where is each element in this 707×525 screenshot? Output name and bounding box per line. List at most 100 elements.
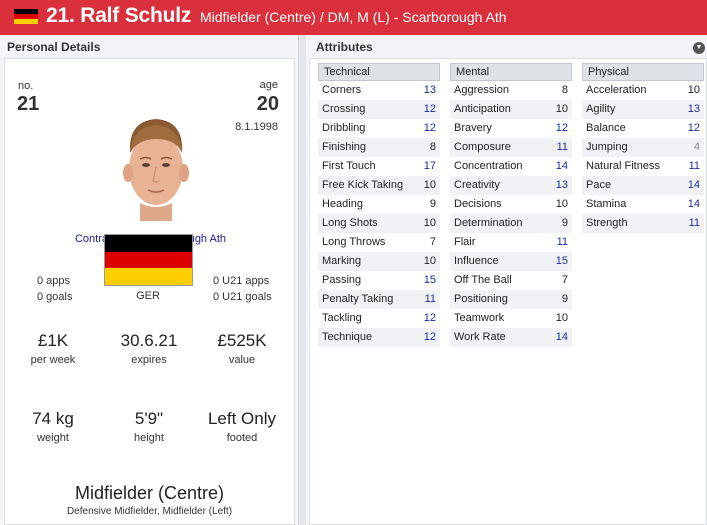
attribute-name: Tackling [322, 312, 362, 324]
age-label: age [259, 79, 278, 91]
attribute-row-passing[interactable]: Passing 15 [318, 271, 440, 290]
player-face-image [123, 119, 189, 221]
attribute-value: 12 [555, 122, 568, 134]
attribute-name: Stamina [586, 198, 627, 210]
attribute-row-pace[interactable]: Pace 14 [582, 176, 704, 195]
attribute-row-concentration[interactable]: Concentration 14 [450, 157, 572, 176]
attribute-row-jumping[interactable]: Jumping 4 [582, 138, 704, 157]
personal-details-body: no. 21 age 20 8.1.1998 Contracted to Sca… [4, 58, 295, 525]
attribute-value: 8 [561, 84, 568, 96]
attribute-name: Balance [586, 122, 626, 134]
nationality-flag-icon [104, 234, 193, 286]
attribute-row-work-rate[interactable]: Work Rate 14 [450, 328, 572, 347]
attribute-row-positioning[interactable]: Positioning 9 [450, 290, 572, 309]
attribute-row-natural-fitness[interactable]: Natural Fitness 11 [582, 157, 704, 176]
attribute-row-bravery[interactable]: Bravery 12 [450, 119, 572, 138]
attribute-row-influence[interactable]: Influence 15 [450, 252, 572, 271]
mental-column: Mental Aggression 8 Anticipation 10 Bravery 1… [450, 63, 572, 347]
attribute-row-decisions[interactable]: Decisions 10 [450, 195, 572, 214]
footed-value: Left Only [207, 409, 277, 428]
attribute-value: 12 [423, 331, 436, 343]
value-label: value [228, 354, 256, 366]
attribute-row-crossing[interactable]: Crossing 12 [318, 100, 440, 119]
attribute-name: Penalty Taking [322, 293, 394, 305]
attribute-row-strength[interactable]: Strength 11 [582, 214, 704, 233]
attribute-row-long-throws[interactable]: Long Throws 7 [318, 233, 440, 252]
attribute-value: 13 [423, 84, 436, 96]
attribute-value: 10 [555, 103, 568, 115]
attribute-row-creativity[interactable]: Creativity 13 [450, 176, 572, 195]
attribute-value: 11 [556, 236, 568, 248]
attribute-row-free-kick-taking[interactable]: Free Kick Taking 10 [318, 176, 440, 195]
attribute-row-anticipation[interactable]: Anticipation 10 [450, 100, 572, 119]
secondary-positions: Defensive Midfielder, Midfielder (Left) [66, 506, 233, 517]
attribute-name: Teamwork [454, 312, 505, 324]
attribute-row-agility[interactable]: Agility 13 [582, 100, 704, 119]
personal-details-title: Personal Details [7, 40, 101, 54]
number-value: 21 [17, 93, 40, 115]
attribute-value: 10 [687, 84, 700, 96]
age-value: 20 [256, 93, 279, 115]
attribute-name: Heading [322, 198, 363, 210]
attribute-row-long-shots[interactable]: Long Shots 10 [318, 214, 440, 233]
attribute-row-tackling[interactable]: Tackling 12 [318, 309, 440, 328]
attribute-value: 12 [423, 103, 436, 115]
attribute-row-flair[interactable]: Flair 11 [450, 233, 572, 252]
attribute-name: Anticipation [454, 103, 511, 115]
attributes-title: Attributes [316, 40, 373, 54]
physical-column: Physical Acceleration 10 Agility 13 Balance 1… [582, 63, 704, 233]
attribute-value: 11 [424, 293, 436, 305]
attribute-name: Determination [454, 217, 523, 229]
personal-details-panel: Personal Details no. 21 age 20 8.1.1998 … [0, 35, 299, 525]
mental-header: Mental [450, 63, 572, 81]
attribute-row-corners[interactable]: Corners 13 [318, 81, 440, 100]
attribute-name: Agility [586, 103, 616, 115]
attribute-row-penalty-taking[interactable]: Penalty Taking 11 [318, 290, 440, 309]
attribute-value: 10 [423, 179, 436, 191]
attribute-row-teamwork[interactable]: Teamwork 10 [450, 309, 572, 328]
player-header: 21. Ralf Schulz Midfielder (Centre) / DM… [0, 0, 707, 35]
technical-header: Technical [318, 63, 440, 81]
attribute-row-aggression[interactable]: Aggression 8 [450, 81, 572, 100]
attribute-value: 11 [556, 141, 568, 153]
attribute-name: Dribbling [322, 122, 366, 134]
attribute-row-acceleration[interactable]: Acceleration 10 [582, 81, 704, 100]
attribute-name: Marking [322, 255, 362, 267]
attribute-row-balance[interactable]: Balance 12 [582, 119, 704, 138]
player-subtitle: Midfielder (Centre) / DM, M (L) - Scarbo… [200, 9, 507, 25]
attribute-row-composure[interactable]: Composure 11 [450, 138, 572, 157]
attribute-name: Influence [454, 255, 499, 267]
attribute-row-stamina[interactable]: Stamina 14 [582, 195, 704, 214]
attribute-value: 10 [423, 255, 436, 267]
attribute-name: Natural Fitness [586, 160, 660, 172]
attribute-row-off-the-ball[interactable]: Off The Ball 7 [450, 271, 572, 290]
attribute-name: Flair [454, 236, 476, 248]
height-label: height [134, 432, 164, 444]
attribute-row-finishing[interactable]: Finishing 8 [318, 138, 440, 157]
attribute-row-dribbling[interactable]: Dribbling 12 [318, 119, 440, 138]
physical-header: Physical [582, 63, 704, 81]
attribute-name: Long Shots [322, 217, 378, 229]
attribute-value: 4 [693, 141, 700, 153]
attribute-name: Aggression [454, 84, 510, 96]
wage-label: per week [30, 354, 76, 366]
attribute-value: 9 [561, 293, 568, 305]
date-of-birth: 8.1.1998 [235, 121, 278, 133]
attribute-value: 12 [423, 312, 436, 324]
attributes-body: Technical Corners 13 Crossing 12 Dribbling 12… [309, 58, 707, 525]
attribute-value: 11 [688, 217, 700, 229]
attribute-name: Positioning [454, 293, 508, 305]
primary-position: Midfielder (Centre) [74, 483, 225, 503]
attribute-name: Work Rate [454, 331, 506, 343]
value-value: £525K [217, 331, 267, 350]
attribute-row-determination[interactable]: Determination 9 [450, 214, 572, 233]
attribute-row-first-touch[interactable]: First Touch 17 [318, 157, 440, 176]
attribute-row-marking[interactable]: Marking 10 [318, 252, 440, 271]
attribute-row-technique[interactable]: Technique 12 [318, 328, 440, 347]
attribute-value: 15 [423, 274, 436, 286]
attribute-name: Passing [322, 274, 362, 286]
panel-menu-icon[interactable]: ▼ [693, 42, 705, 54]
attribute-name: Jumping [586, 141, 628, 153]
attribute-row-heading[interactable]: Heading 9 [318, 195, 440, 214]
attribute-value: 10 [555, 312, 568, 324]
